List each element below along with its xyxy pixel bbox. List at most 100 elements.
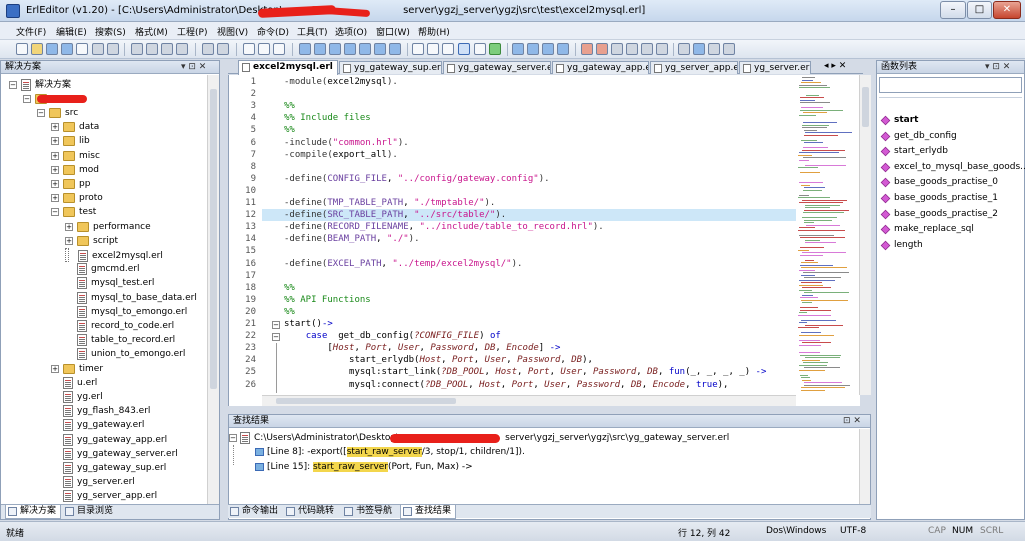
- find-scrollbar[interactable]: [859, 429, 870, 505]
- expand-icon[interactable]: +: [65, 236, 73, 245]
- tab-yg-gateway-server[interactable]: yg_gateway_server.erl: [443, 61, 551, 74]
- function-list-icon[interactable]: [626, 43, 638, 55]
- new-file-icon[interactable]: [16, 43, 28, 55]
- code-line[interactable]: %%: [284, 307, 295, 317]
- expand-icon[interactable]: +: [51, 123, 59, 132]
- menu-help[interactable]: 帮助(H): [418, 25, 450, 38]
- function-filter-input[interactable]: [879, 77, 1022, 93]
- code-line[interactable]: -include("common.hrl").: [284, 138, 409, 148]
- fold-icon[interactable]: −: [272, 321, 280, 329]
- menu-command[interactable]: 命令(D): [257, 25, 289, 38]
- compile-icon[interactable]: [474, 43, 486, 55]
- code-line[interactable]: -define(RECORD_FILENAME, "../include/tab…: [284, 222, 604, 232]
- menu-format[interactable]: 格式(M): [135, 25, 168, 38]
- print-preview-icon[interactable]: [107, 43, 119, 55]
- collapse-icon[interactable]: −: [229, 434, 237, 442]
- bookmark-icon[interactable]: [389, 43, 401, 55]
- code-line[interactable]: -define(SRC_TABLE_PATH, "../src/table/")…: [284, 210, 506, 220]
- find-icon[interactable]: [299, 43, 311, 55]
- tab-yg-gateway-sup[interactable]: yg_gateway_sup.erl: [339, 61, 442, 74]
- code-line[interactable]: -compile(export_all).: [284, 150, 398, 160]
- expand-icon[interactable]: +: [51, 165, 59, 174]
- code-line[interactable]: %%: [284, 125, 295, 135]
- menu-window[interactable]: 窗口(W): [376, 25, 410, 38]
- minimize-button[interactable]: –: [940, 1, 966, 19]
- collapse-icon[interactable]: −: [37, 109, 45, 117]
- about-icon[interactable]: [708, 43, 720, 55]
- find-previous-icon[interactable]: [344, 43, 356, 55]
- uncomment-icon[interactable]: [258, 43, 270, 55]
- maximize-button[interactable]: □: [967, 1, 992, 19]
- code-minimap[interactable]: [796, 75, 858, 395]
- solution-panel-icon[interactable]: [581, 43, 593, 55]
- code-line[interactable]: start_erlydb(Host, Port, User, Password,…: [284, 355, 593, 365]
- show-whitespace-icon[interactable]: [412, 43, 424, 55]
- table-icon[interactable]: [656, 43, 668, 55]
- tab-excel2mysql[interactable]: excel2mysql.erl: [238, 60, 338, 75]
- debug-icon[interactable]: [542, 43, 554, 55]
- expand-icon[interactable]: +: [51, 364, 59, 373]
- code-line[interactable]: %%: [284, 101, 295, 111]
- code-line[interactable]: -module(excel2mysql).: [284, 77, 398, 87]
- menu-edit[interactable]: 编辑(E): [56, 25, 87, 38]
- code-line[interactable]: -define(CONFIG_FILE, "../config/gateway.…: [284, 174, 550, 184]
- tab-yg-server-app[interactable]: yg_server_app.erl: [650, 61, 738, 74]
- expand-icon[interactable]: +: [65, 222, 73, 231]
- code-line[interactable]: -define(BEAM_PATH, "./").: [284, 234, 420, 244]
- print-setup-icon[interactable]: [678, 43, 690, 55]
- tab-directory-browse[interactable]: 目录浏览: [63, 505, 127, 519]
- expand-icon[interactable]: +: [51, 180, 59, 188]
- expand-icon[interactable]: +: [51, 194, 59, 203]
- menu-search[interactable]: 搜索(S): [95, 25, 126, 38]
- collapse-icon[interactable]: −: [23, 95, 31, 103]
- editor-horizontal-scrollbar[interactable]: [262, 395, 796, 406]
- code-line[interactable]: %%: [284, 283, 295, 293]
- goto-line-icon[interactable]: [374, 43, 386, 55]
- save-all-icon[interactable]: [61, 43, 73, 55]
- redo-icon[interactable]: [217, 43, 229, 55]
- word-wrap-icon[interactable]: [427, 43, 439, 55]
- collapse-icon[interactable]: −: [51, 208, 59, 217]
- plugin-icon[interactable]: [723, 43, 735, 55]
- toggle-comment-icon[interactable]: [243, 43, 255, 55]
- code-line[interactable]: -define(TMP_TABLE_PATH, "./tmptable/").: [284, 198, 495, 208]
- tab-command-output[interactable]: 命令输出: [228, 505, 282, 519]
- output-panel-icon[interactable]: [596, 43, 608, 55]
- code-line[interactable]: %% API Functions: [284, 295, 371, 305]
- tab-solution[interactable]: 解决方案: [5, 505, 61, 519]
- indent-icon[interactable]: [273, 43, 285, 55]
- delete-icon[interactable]: [176, 43, 188, 55]
- tab-find-results[interactable]: 查找结果: [400, 505, 456, 519]
- stop-icon[interactable]: [557, 43, 569, 55]
- code-line[interactable]: mysql:start_link(?DB_POOL, Host, Port, U…: [284, 367, 766, 377]
- code-line[interactable]: case get_db_config(?CONFIG_FILE) of: [284, 331, 501, 341]
- solution-scrollbar[interactable]: [207, 75, 219, 505]
- undo-icon[interactable]: [202, 43, 214, 55]
- tab-yg-server[interactable]: yg_server.erl: [739, 61, 811, 74]
- cut-icon[interactable]: [131, 43, 143, 55]
- panel-buttons[interactable]: ▾ ⊡ ✕: [181, 61, 206, 73]
- menu-view[interactable]: 视图(V): [217, 25, 248, 38]
- code-line[interactable]: start()->: [284, 319, 333, 329]
- save-as-icon[interactable]: [76, 43, 88, 55]
- run-icon[interactable]: [527, 43, 539, 55]
- collapse-icon[interactable]: −: [9, 81, 17, 89]
- find-results-icon[interactable]: [641, 43, 653, 55]
- tab-bookmarks[interactable]: 书签导航: [342, 505, 398, 519]
- code-line[interactable]: mysql:connect(?DB_POOL, Host, Port, User…: [284, 380, 728, 390]
- check-icon[interactable]: [489, 43, 501, 55]
- panel-buttons[interactable]: ⊡ ✕: [843, 415, 861, 427]
- code-line[interactable]: -define(EXCEL_PATH, "../temp/excel2mysql…: [284, 259, 522, 269]
- tree-file[interactable]: excel2mysql.erl: [65, 248, 163, 262]
- menu-project[interactable]: 工程(P): [177, 25, 207, 38]
- menu-tools[interactable]: 工具(T): [297, 25, 328, 38]
- tab-nav-buttons[interactable]: ◂ ▸ ✕: [824, 61, 846, 71]
- tab-code-jump[interactable]: 代码跳转: [284, 505, 340, 519]
- print-icon[interactable]: [92, 43, 104, 55]
- expand-icon[interactable]: +: [51, 137, 59, 146]
- find-next-icon[interactable]: [329, 43, 341, 55]
- code-line[interactable]: %% Include files: [284, 113, 371, 123]
- editor-vertical-scrollbar[interactable]: [859, 75, 871, 395]
- build-icon[interactable]: [512, 43, 524, 55]
- fold-icon[interactable]: −: [272, 333, 280, 341]
